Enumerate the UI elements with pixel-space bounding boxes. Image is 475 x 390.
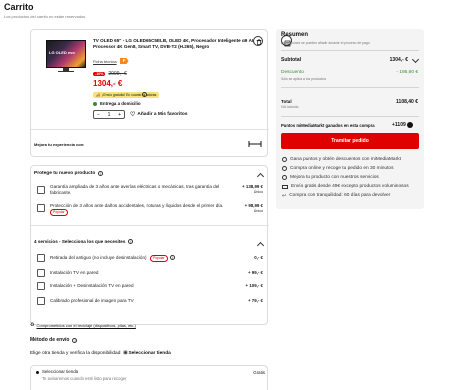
service-checkbox-wall-install[interactable] — [37, 269, 45, 277]
accident-protection-label[interactable]: Protección de 3 años ante daños accident… — [50, 203, 228, 216]
tv-screen-brand: LG OLED evo — [49, 50, 75, 55]
benefit-item-returns: ↩ Compra con tranquilidad: 60 días para … — [282, 192, 391, 199]
page-subtitle: Los productos del carrito no están reser… — [4, 14, 87, 19]
experience-label: Mejora tu experiencia con: — [34, 142, 85, 147]
product-card: LG OLED evo TV OLED 65" - LG OLED65C5ELB… — [30, 29, 269, 157]
decrease-button[interactable]: − — [97, 112, 100, 118]
service-label-calibration[interactable]: Calibrado profesional de imagen para TV — [50, 298, 134, 303]
shipping-title: Método de envío i — [30, 337, 78, 343]
recycle-icon: ♻ — [30, 322, 35, 328]
total-note: IVA incluido — [281, 105, 299, 109]
gear-icon — [282, 175, 287, 180]
protection-title: Protege tu nuevo producto i — [34, 171, 104, 176]
extended-warranty-label[interactable]: Garantía ampliada de 3 años ante averías… — [50, 184, 228, 196]
accident-protection-checkbox[interactable] — [37, 204, 45, 212]
remove-item-button[interactable] — [253, 36, 263, 46]
service-checkbox-removal[interactable] — [37, 254, 45, 262]
subtotal-label: Subtotal — [281, 57, 301, 63]
info-icon[interactable]: i — [128, 239, 134, 244]
current-price: 1304,- € — [93, 79, 123, 88]
extended-warranty-price-note: Único — [253, 190, 263, 194]
clock-icon — [282, 166, 287, 171]
chevron-down-icon[interactable] — [411, 55, 420, 64]
service-label-install-uninstall[interactable]: Instalación + Desinstalación TV en pared — [50, 283, 134, 288]
recycle-link[interactable]: ♻ Comprometidos con el reciclaje (dispos… — [30, 322, 136, 328]
trash-icon — [256, 38, 261, 45]
energy-label-badge[interactable]: F — [119, 58, 129, 64]
product-image[interactable]: LG OLED evo — [46, 40, 86, 74]
benefit-item-points: Gana puntos y obtén descuentos con miMed… — [282, 155, 452, 164]
product-name[interactable]: TV OLED 65" - LG OLED65C5ELB, OLED 4K, P… — [93, 38, 265, 50]
chevron-up-icon[interactable] — [256, 241, 265, 250]
pickup-option-card[interactable]: Seleccionar tienda Te avisaremos cuando … — [30, 365, 268, 390]
services-title: 4 servicios - Selecciona los que necesit… — [34, 239, 134, 244]
total-label: Total — [281, 99, 292, 104]
accident-protection-price-note: Único — [253, 209, 263, 213]
old-price: 2099,- € — [108, 71, 127, 77]
benefits-list: Gana puntos y obtén descuentos con miMed… — [282, 155, 452, 200]
benefit-item-services: Mejora tu producto con nuestros servicio… — [282, 173, 452, 182]
service-price-calibration: + 79,- € — [247, 298, 263, 303]
spec-sheet-link[interactable]: Ficha técnica — [93, 59, 117, 64]
page-title: Carrito — [4, 2, 34, 12]
extended-warranty-price: + 138,99 € — [242, 184, 263, 189]
benefit-item-shipping: Envío gratis desde 49€ excepto productos… — [282, 182, 452, 191]
truck-icon: 🚚 — [96, 93, 101, 97]
service-label-wall-install[interactable]: Instalación TV en pared — [50, 270, 98, 275]
quantity-stepper[interactable]: − 1 + — [93, 110, 125, 119]
pickup-option-price: Gratis — [253, 370, 265, 375]
pickup-option-note: Te avisaremos cuando esté listo para rec… — [42, 376, 127, 381]
shipping-prompt: Elige otra tienda y verifica la disponib… — [30, 351, 171, 356]
discount-note: Sólo se aplica a los productos — [281, 77, 327, 81]
service-label-removal[interactable]: Retirada del antiguo (no incluye desinst… — [50, 255, 175, 262]
info-icon[interactable]: i — [142, 92, 147, 97]
discount-label: Descuento — [281, 70, 304, 75]
pickup-radio[interactable] — [36, 371, 39, 374]
total-value: 1108,40 € — [396, 99, 418, 105]
delivery-status-dot — [93, 101, 97, 106]
chevron-up-icon[interactable] — [256, 172, 265, 181]
checkout-button[interactable]: Tramitar pedido — [281, 133, 419, 149]
quantity-value: 1 — [107, 111, 111, 118]
select-store-link[interactable]: ⊞ Seleccionar tienda — [123, 351, 170, 356]
benefit-item-pickup: Compra online y recoge tu pedido en 30 m… — [282, 164, 452, 173]
shipping-note-badge: 🚚 ¡Envío gratuito! En cuanto lo adoras — [93, 92, 160, 98]
popular-badge: Popular — [149, 255, 168, 262]
add-to-favorites-button[interactable]: ♡ Añadir a Mis favoritos — [130, 111, 188, 118]
discount-badge: -10% — [93, 72, 106, 76]
summary-title: Resumen — [281, 32, 309, 38]
service-price-install-uninstall: + 109,- € — [245, 283, 263, 288]
store-icon: ⊞ — [123, 351, 128, 356]
protection-card: Protege tu nuevo producto i Garantía amp… — [30, 165, 269, 325]
accident-protection-price: + 98,99 € — [244, 203, 263, 208]
info-icon[interactable]: i — [98, 171, 104, 176]
pickup-option-title: Seleccionar tienda — [42, 369, 79, 374]
service-checkbox-calibration[interactable] — [37, 297, 45, 305]
discount-value: - 195,60 € — [396, 70, 418, 75]
subtotal-value: 1304,- € — [389, 57, 408, 63]
points-label: Puntos miMediaMarkt ganados en esta comp… — [281, 123, 375, 128]
heart-icon: ♡ — [130, 112, 136, 118]
service-price-wall-install: + 99,- € — [247, 270, 263, 275]
increase-button[interactable]: + — [118, 112, 121, 118]
wall-mount-icon — [248, 141, 262, 147]
info-icon[interactable]: i — [169, 255, 175, 260]
service-price-removal: 0,- € — [254, 255, 263, 260]
points-value: +1109 — [392, 122, 413, 128]
points-icon — [282, 157, 287, 162]
service-checkbox-install-uninstall[interactable] — [37, 282, 45, 290]
extended-warranty-checkbox[interactable] — [37, 186, 45, 194]
delivery-label: Entrega a domicilio — [100, 101, 141, 106]
return-arrow-icon: ↩ — [282, 192, 287, 199]
popular-badge: Popular — [50, 209, 68, 216]
info-icon[interactable]: i — [72, 337, 78, 343]
summary-subtitle: Los cupones se pueden añadir durante el … — [281, 41, 370, 45]
points-logo-icon — [406, 122, 413, 128]
truck-icon — [282, 184, 288, 189]
